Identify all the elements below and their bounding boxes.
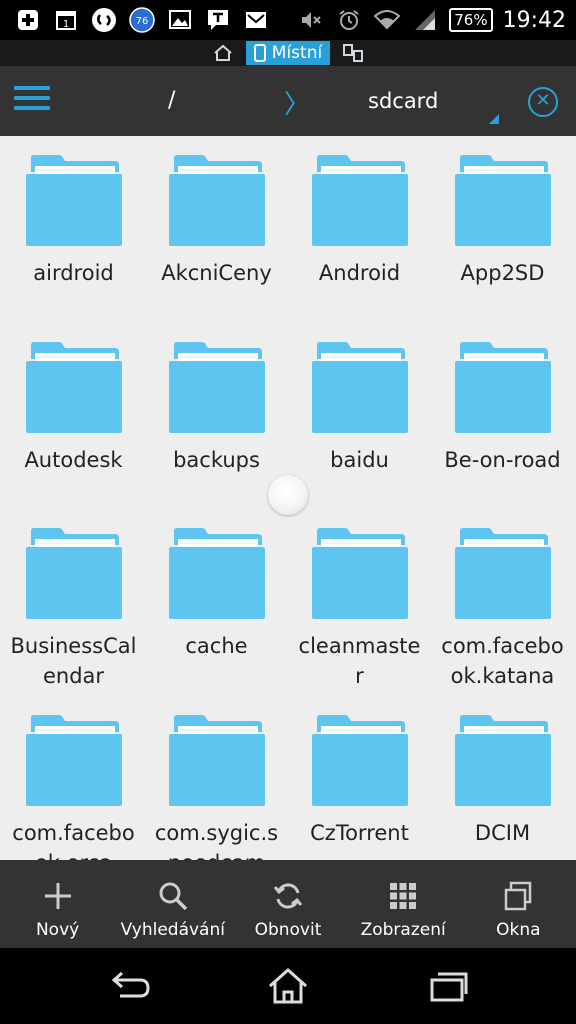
search-button[interactable]: Vyhledávání [115,860,230,948]
windows-button[interactable]: Okna [461,860,576,948]
mute-icon [297,6,325,34]
status-bar: 1 76 76% 19:42 [0,0,576,40]
folder-label: com.facebook.katana [441,634,564,688]
home-button-icon[interactable] [266,966,310,1006]
refresh-icon [273,883,303,909]
close-icon[interactable]: ✕ [528,87,558,117]
folder-label: Autodesk [24,447,123,472]
local-storage-tab[interactable]: Místní [245,41,331,65]
folder-item[interactable]: BusinessCalendar [2,527,145,714]
search-icon [159,882,188,911]
svg-text:1: 1 [63,19,69,30]
refresh-button[interactable]: Obnovit [230,860,345,948]
folder-icon [25,528,122,619]
folder-item[interactable]: Be-on-road [431,341,574,528]
windows-icon [505,881,532,911]
folder-item[interactable]: com.sygic.speedcam [145,714,288,861]
clock: 19:42 [502,7,566,33]
folder-item[interactable]: airdroid [2,154,145,341]
folder-item[interactable]: cleanmaster [288,527,431,714]
dropdown-corner-icon[interactable] [489,114,499,124]
folder-label: backups [173,447,260,472]
recent-apps-icon[interactable] [426,966,470,1006]
folder-label: baidu [330,447,389,472]
folder-icon [311,155,408,246]
plus-icon [44,883,71,909]
folder-item[interactable]: App2SD [431,154,574,341]
phone-icon [253,44,266,62]
search-label: Vyhledávání [120,920,225,940]
folder-icon [168,155,265,246]
breadcrumb-current[interactable]: sdcard [368,89,438,113]
chat-icon [204,6,232,34]
folder-label: cleanmaster [298,634,421,688]
network-icon[interactable] [342,42,364,64]
image-icon [166,6,194,34]
file-grid-area: airdroid AkcniCeny Android App2SD Autodesk ba… [0,136,576,860]
folder-icon [311,714,408,806]
folder-icon [168,714,265,806]
folder-icon [311,528,408,619]
folder-label: com.facebook.orca [12,820,135,861]
bottom-toolbar: Nový Vyhledávání Obnovit Zobrazení Okna [0,860,576,948]
add-icon [14,6,42,34]
folder-label: AkcniCeny [161,261,272,285]
folder-item[interactable]: AkcniCeny [145,154,288,341]
folder-label: DCIM [474,820,531,845]
alarm-icon [335,6,363,34]
location-switcher: Místní [0,40,576,66]
local-storage-label: Místní [271,43,323,63]
folder-label: App2SD [460,261,545,285]
folder-item[interactable]: baidu [288,341,431,528]
badge-icon: 76 [128,6,156,34]
view-button[interactable]: Zobrazení [346,860,461,948]
system-nav-bar [0,948,576,1024]
folder-item[interactable]: backups [145,341,288,528]
view-label: Zobrazení [360,920,446,940]
path-bar: / 〉 sdcard ✕ [0,66,576,136]
wifi-icon [373,6,401,34]
grid-view-icon [390,883,417,909]
svg-text:76: 76 [136,16,149,27]
folder-item[interactable]: com.facebook.orca [2,714,145,861]
signal-icon [411,6,439,34]
back-icon[interactable] [108,966,152,1006]
folder-icon [454,714,551,806]
folder-icon [25,155,122,246]
folder-item[interactable]: DCIM [431,714,574,861]
folder-icon [454,341,551,433]
folder-label: airdroid [33,261,114,285]
folder-icon [168,341,265,433]
folder-item[interactable]: Autodesk [2,341,145,528]
breadcrumb-separator-icon: 〉 [284,90,311,120]
calendar-icon: 1 [52,6,80,34]
fast-scroll-handle[interactable] [268,475,308,515]
folder-icon [311,341,408,433]
folder-icon [25,714,122,806]
folder-label: CzTorrent [310,820,409,845]
folder-label: com.sygic.speedcam [154,820,279,861]
new-label: Nový [35,920,80,940]
new-button[interactable]: Nový [0,860,115,948]
battery-indicator: 76% [449,8,493,32]
folder-item[interactable]: cache [145,527,288,714]
folder-icon [454,155,551,246]
home-icon[interactable] [212,42,234,64]
mail-icon [242,6,270,34]
folder-label: BusinessCalendar [10,634,137,688]
folder-label: Be-on-road [444,447,561,472]
folder-item[interactable]: com.facebook.katana [431,527,574,714]
windows-label: Okna [496,920,541,940]
folder-label: cache [185,634,248,658]
folder-item[interactable]: Android [288,154,431,341]
menu-icon[interactable] [14,86,50,116]
folder-icon [168,528,265,619]
folder-icon [25,341,122,433]
folder-icon [454,528,551,619]
folder-label: Android [318,261,401,285]
breadcrumb-root[interactable]: / [168,88,175,113]
folder-item[interactable]: CzTorrent [288,714,431,861]
refresh-label: Obnovit [254,920,322,940]
shazam-icon [90,6,118,34]
